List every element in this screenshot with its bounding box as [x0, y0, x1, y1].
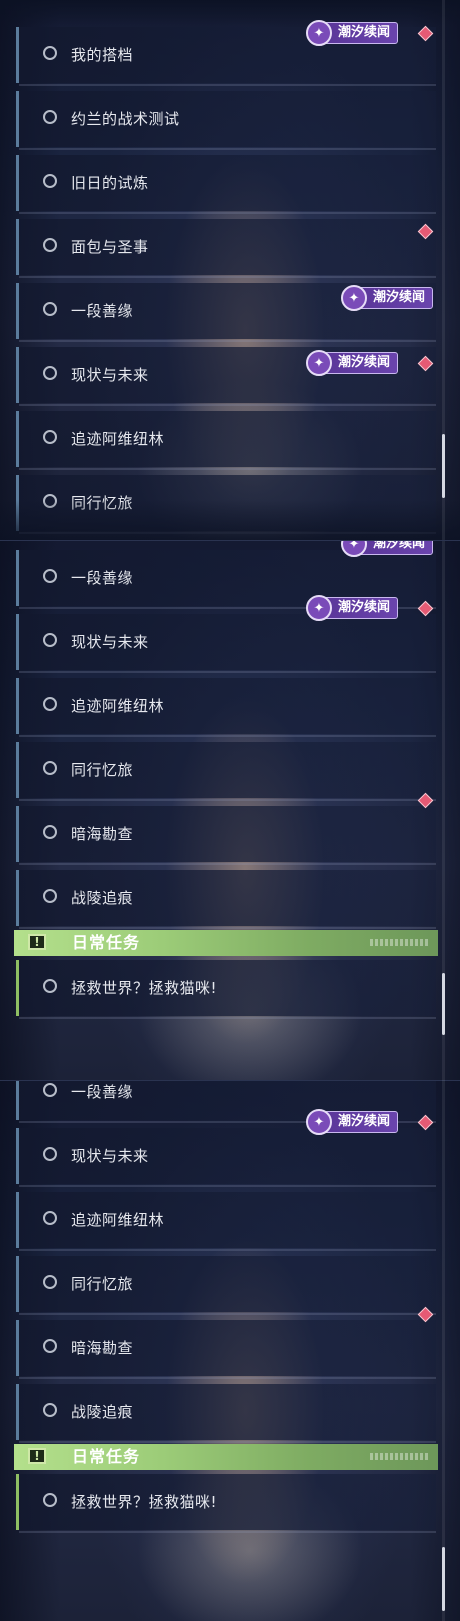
quest-item[interactable]: 暗海勘查 [16, 1320, 436, 1379]
daily-quests-header[interactable]: ! 日常任务 [14, 930, 438, 956]
quest-label: 现状与未来 [71, 1147, 149, 1165]
quest-item[interactable]: 战陵追痕 [16, 870, 436, 929]
daily-quests-header[interactable]: ! 日常任务 [14, 1444, 438, 1470]
bottom-fade [0, 500, 460, 540]
quest-label: 旧日的试炼 [71, 174, 149, 192]
header-decoration [370, 939, 428, 946]
scrollbar-track[interactable] [442, 1081, 445, 1621]
quest-label: 拯救世界？拯救猫咪! [71, 979, 218, 997]
exclamation-box-icon: ! [28, 1448, 46, 1464]
section-title: 日常任务 [72, 1447, 141, 1466]
quest-item[interactable]: 追迹阿维纽林 [16, 411, 436, 470]
quest-item[interactable]: 战陵追痕 [16, 1384, 436, 1443]
radio-icon [43, 569, 57, 583]
radio-icon [43, 1403, 57, 1417]
badge-label: 潮汐续闻 [323, 597, 399, 619]
scrollbar-thumb[interactable] [442, 1547, 445, 1611]
badge-label: 潮汐续闻 [358, 541, 434, 555]
quest-item[interactable]: 面包与圣事 [16, 219, 436, 278]
radio-icon [43, 302, 57, 316]
radio-icon [43, 633, 57, 647]
badge-label: 潮汐续闻 [323, 22, 399, 44]
radio-icon [43, 1211, 57, 1225]
quest-label: 拯救世界？拯救猫咪! [71, 1493, 218, 1511]
quest-label: 追迹阿维纽林 [71, 430, 165, 448]
quest-label: 同行忆旅 [71, 1275, 134, 1293]
radio-icon [43, 1275, 57, 1289]
quest-item[interactable]: 追迹阿维纽林 [16, 1192, 436, 1251]
tide-news-badge: ✦ 潮汐续闻 [306, 20, 399, 46]
radio-icon [43, 1083, 57, 1097]
quest-label: 一段善缘 [71, 569, 134, 587]
quest-item[interactable]: 追迹阿维纽林 [16, 678, 436, 737]
daily-quest-item[interactable]: 拯救世界？拯救猫咪! [16, 1474, 436, 1533]
radio-icon [43, 430, 57, 444]
daily-quest-item[interactable]: 拯救世界？拯救猫咪! [16, 960, 436, 1019]
radio-icon [43, 761, 57, 775]
quest-label: 我的搭档 [71, 46, 134, 64]
quest-label: 一段善缘 [71, 302, 134, 320]
quest-list-screen-1: 我的搭档 约兰的战术测试 旧日的试炼 面包与圣事 一段善缘 现状与未来 追迹阿维… [0, 0, 460, 540]
compass-emblem-icon: ✦ [306, 350, 332, 376]
quest-label: 现状与未来 [71, 366, 149, 384]
compass-emblem-icon: ✦ [306, 1109, 332, 1135]
quest-label: 暗海勘查 [71, 1339, 134, 1357]
tide-news-badge: ✦ 潮汐续闻 [306, 350, 399, 376]
quest-item[interactable]: 同行忆旅 [16, 1256, 436, 1315]
tide-news-badge: ✦ 潮汐续闻 [306, 1109, 399, 1135]
quest-label: 约兰的战术测试 [71, 110, 180, 128]
exclamation-box-icon: ! [28, 934, 46, 950]
quest-label: 战陵追痕 [71, 889, 134, 907]
radio-icon [43, 889, 57, 903]
radio-icon [43, 697, 57, 711]
quest-label: 同行忆旅 [71, 761, 134, 779]
compass-emblem-icon: ✦ [306, 595, 332, 621]
scrollbar-thumb[interactable] [442, 973, 445, 1035]
quest-item[interactable]: 暗海勘查 [16, 806, 436, 865]
tide-news-badge: ✦ 潮汐续闻 [341, 285, 434, 311]
section-title: 日常任务 [72, 933, 141, 952]
badge-label: 潮汐续闻 [358, 287, 434, 309]
quest-label: 面包与圣事 [71, 238, 149, 256]
radio-icon [43, 1147, 57, 1161]
quest-item[interactable]: 现状与未来 [16, 1128, 436, 1187]
radio-icon [43, 1339, 57, 1353]
quest-list-screen-3: 一段善缘 现状与未来 追迹阿维纽林 同行忆旅 暗海勘查 战陵追痕 ! 日常任务 … [0, 1080, 460, 1621]
radio-icon [43, 174, 57, 188]
radio-icon [43, 825, 57, 839]
quest-label: 追迹阿维纽林 [71, 697, 165, 715]
quest-item[interactable]: 旧日的试炼 [16, 155, 436, 214]
tide-news-badge: ✦ 潮汐续闻 [306, 595, 399, 621]
header-decoration [370, 1453, 428, 1460]
radio-icon [43, 46, 57, 60]
radio-icon [43, 110, 57, 124]
quest-label: 现状与未来 [71, 633, 149, 651]
quest-item[interactable]: 约兰的战术测试 [16, 91, 436, 150]
quest-item[interactable]: 现状与未来 [16, 614, 436, 673]
compass-emblem-icon: ✦ [341, 285, 367, 311]
radio-icon [43, 979, 57, 993]
badge-label: 潮汐续闻 [323, 1111, 399, 1133]
scrollbar-thumb[interactable] [442, 434, 445, 498]
tide-news-badge: ✦ 潮汐续闻 [341, 541, 434, 557]
radio-icon [43, 1493, 57, 1507]
quest-list-screen-2: 一段善缘 现状与未来 追迹阿维纽林 同行忆旅 暗海勘查 战陵追痕 ! 日常任务 … [0, 540, 460, 1081]
badge-label: 潮汐续闻 [323, 352, 399, 374]
quest-label: 一段善缘 [71, 1083, 134, 1101]
quest-label: 暗海勘查 [71, 825, 134, 843]
compass-emblem-icon: ✦ [306, 20, 332, 46]
quest-item[interactable]: 同行忆旅 [16, 742, 436, 801]
radio-icon [43, 238, 57, 252]
quest-label: 战陵追痕 [71, 1403, 134, 1421]
radio-icon [43, 366, 57, 380]
quest-label: 追迹阿维纽林 [71, 1211, 165, 1229]
